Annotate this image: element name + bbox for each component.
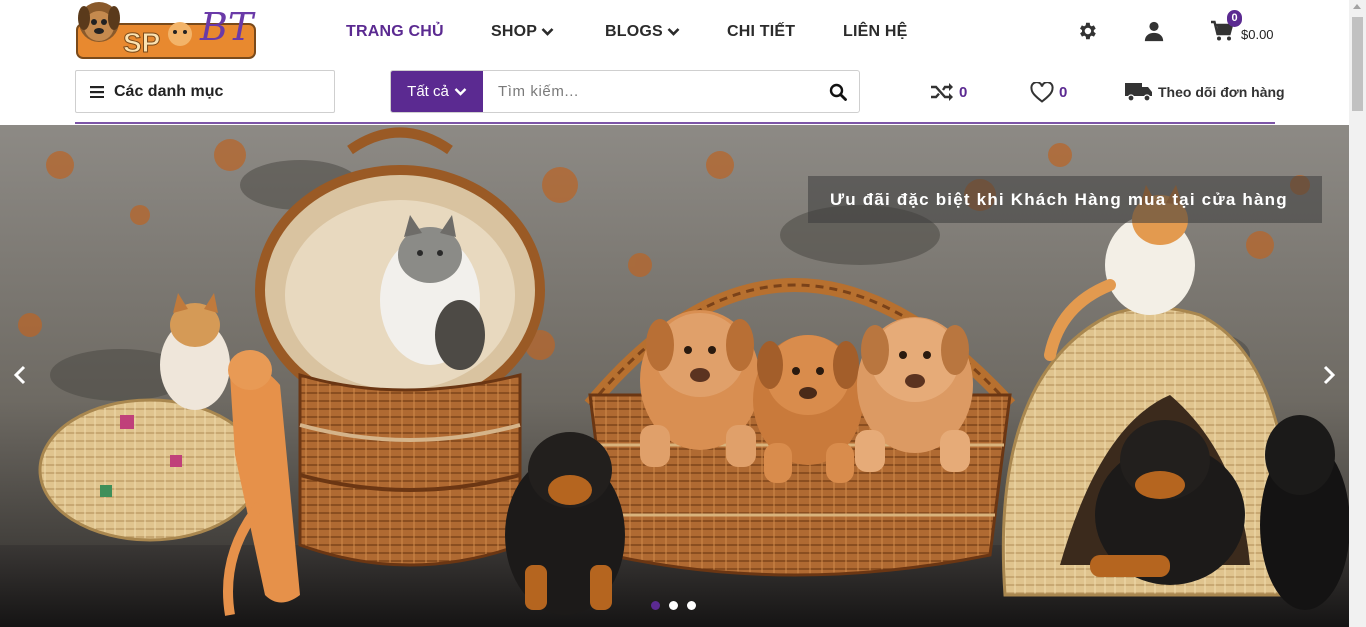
truck-icon xyxy=(1125,83,1152,102)
hero-caption: Ưu đãi đặc biệt khi Khách Hàng mua tại c… xyxy=(808,176,1322,223)
compare-button[interactable]: 0 xyxy=(930,82,967,102)
page-scrollbar[interactable] xyxy=(1349,0,1366,627)
nav-item-home[interactable]: TRANG CHỦ xyxy=(346,23,444,41)
scroll-up-arrow-icon[interactable] xyxy=(1353,4,1361,9)
nav-label: TRANG CHỦ xyxy=(346,23,444,40)
user-icon xyxy=(1144,21,1164,42)
slider-dots xyxy=(651,601,696,610)
logo-text-right: BT xyxy=(199,5,256,49)
cart-count-badge: 0 xyxy=(1227,10,1242,27)
hero-slider[interactable]: Ưu đãi đặc biệt khi Khách Hàng mua tại c… xyxy=(0,125,1349,627)
nav-item-blogs[interactable]: BLOGS xyxy=(605,23,680,41)
site-logo[interactable]: SP BT xyxy=(75,0,257,60)
chevron-left-icon xyxy=(13,365,26,385)
heart-icon xyxy=(1030,82,1054,103)
shuffle-icon xyxy=(931,83,953,101)
logo-image: SP BT xyxy=(76,2,256,59)
search-scope-label: Tất cả xyxy=(407,83,449,100)
order-tracking-link[interactable]: Theo dõi đơn hàng xyxy=(1124,81,1285,103)
logo-text-left: SP xyxy=(123,27,160,58)
chevron-down-icon xyxy=(667,28,680,36)
categories-label: Các danh mục xyxy=(114,82,224,100)
search-scope-dropdown[interactable]: Tất cả xyxy=(391,71,483,112)
search-icon xyxy=(829,83,847,101)
slider-next-button[interactable] xyxy=(1309,355,1349,395)
slider-dot[interactable] xyxy=(687,601,696,610)
wishlist-button[interactable]: 0 xyxy=(1030,82,1067,103)
gear-icon xyxy=(1080,22,1096,40)
slider-dot[interactable] xyxy=(651,601,660,610)
nav-label: LIÊN HỆ xyxy=(843,23,908,40)
search-input[interactable] xyxy=(483,71,817,112)
slider-dot[interactable] xyxy=(669,601,678,610)
account-button[interactable] xyxy=(1143,20,1167,44)
chevron-down-icon xyxy=(454,87,467,96)
nav-label: SHOP xyxy=(491,23,538,40)
nav-item-detail[interactable]: CHI TIẾT xyxy=(727,23,795,41)
nav-label: BLOGS xyxy=(605,23,663,40)
header-divider xyxy=(75,122,1275,124)
categories-menu-button[interactable]: Các danh mục xyxy=(75,70,335,113)
search-button[interactable] xyxy=(817,71,859,112)
slider-prev-button[interactable] xyxy=(0,355,40,395)
compare-count: 0 xyxy=(959,83,968,101)
cart-total: $0.00 xyxy=(1241,27,1274,42)
nav-item-contact[interactable]: LIÊN HỆ xyxy=(843,23,908,41)
chevron-right-icon xyxy=(1323,365,1336,385)
scrollbar-thumb[interactable] xyxy=(1352,17,1363,111)
nav-item-shop[interactable]: SHOP xyxy=(491,23,554,41)
search-bar: Tất cả xyxy=(390,70,860,113)
nav-label: CHI TIẾT xyxy=(727,23,796,40)
chevron-down-icon xyxy=(541,28,554,36)
order-tracking-label: Theo dõi đơn hàng xyxy=(1158,84,1285,100)
menu-icon xyxy=(90,85,104,98)
wishlist-count: 0 xyxy=(1059,84,1068,101)
settings-button[interactable] xyxy=(1076,20,1100,44)
